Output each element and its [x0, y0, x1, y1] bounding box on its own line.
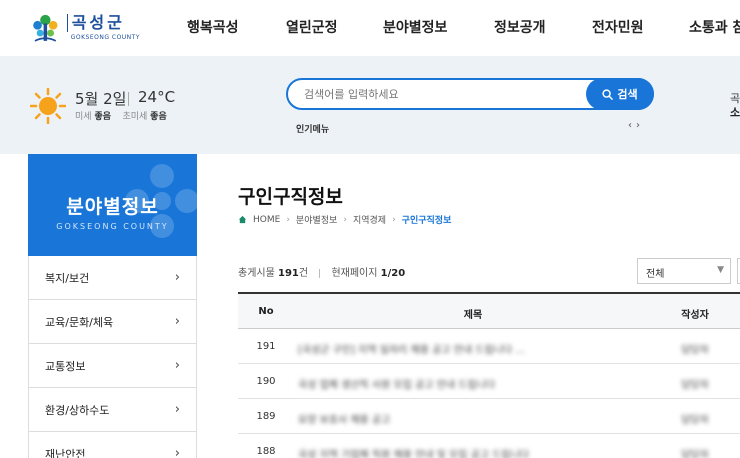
site-header: 곡성군 GOKSEONG COUNTY 행복곡성 열린군정 분야별정보 정보공개… [0, 0, 740, 56]
weather-date: 5월 2일 [75, 90, 127, 108]
row-writer: 담당자 [681, 380, 709, 391]
table-row[interactable]: 189 요양 보호사 채용 공고 담당자 [238, 399, 740, 434]
total-label: 총게시물 [238, 268, 275, 279]
nav-item-e-civil[interactable]: 전자민원 [592, 17, 644, 37]
page-title: 구인구직정보 [238, 186, 343, 208]
total-count: 191 [278, 268, 299, 279]
weather-divider [128, 92, 129, 106]
table-header: No 제목 작성자 [238, 292, 740, 329]
row-number: 191 [256, 341, 276, 352]
logo-emblem-icon [33, 14, 58, 42]
nav-item-info-disclosure[interactable]: 정보공개 [494, 17, 546, 37]
table-row[interactable]: 190 곡성 업체 생산직 사원 모집 공고 안내 드립니다 담당자 [238, 364, 740, 399]
logo-korean-text: 곡성군 [66, 13, 140, 32]
ultrafine-dust-label: 초미세 [122, 112, 148, 122]
search-box: 검색 [286, 78, 654, 110]
chevron-right-icon: › [174, 358, 180, 373]
column-header-writer: 작성자 [681, 310, 709, 321]
page-indicator: 1/20 [380, 268, 406, 279]
sidebar-item-welfare[interactable]: 복지/보건 › [29, 256, 196, 300]
breadcrumb-separator: › [286, 214, 290, 225]
chevron-right-icon: › [174, 270, 180, 285]
row-title-link[interactable]: [곡성군 구인] 지역 일자리 채용 공고 안내 드립니다 ... [298, 341, 618, 356]
sidebar-item-label: 복지/보건 [45, 271, 90, 285]
total-unit: 건 [298, 268, 309, 279]
breadcrumb-home[interactable]: HOME [253, 215, 280, 225]
chevron-right-icon[interactable]: › [636, 120, 644, 131]
popular-menu-label: 인기메뉴 [296, 125, 330, 135]
fine-dust-value: 좋음 [94, 112, 111, 122]
sidebar-item-label: 재난안전 [45, 447, 86, 458]
nav-item-open-admin[interactable]: 열린군정 [286, 17, 338, 37]
sidebar-item-label: 환경/상하수도 [45, 403, 110, 417]
nav-item-field-info[interactable]: 분야별정보 [383, 17, 447, 37]
chevron-right-icon: › [174, 402, 180, 417]
search-input[interactable] [304, 88, 574, 101]
board-summary: 총게시물 191건 현재페이지 1/20 [238, 264, 405, 279]
column-header-title: 제목 [463, 310, 483, 321]
sidebar-header: 분야별정보 GOKSEONG COUNTY [28, 154, 197, 256]
breadcrumb-separator: › [343, 214, 347, 225]
breadcrumb-separator: › [392, 214, 396, 225]
search-icon [602, 88, 614, 100]
row-number: 188 [256, 446, 276, 457]
sidebar-item-environment[interactable]: 환경/상하수도 › [29, 388, 196, 432]
sidebar-title: 분야별정보 [66, 196, 159, 218]
chevron-left-icon[interactable]: ‹ [628, 120, 636, 131]
row-writer: 담당자 [681, 450, 709, 458]
sidebar-menu: 복지/보건 › 교육/문화/체육 › 교통정보 › 환경/상하수도 › 재난안전… [28, 256, 197, 458]
sun-icon [30, 88, 66, 124]
sidebar-item-traffic[interactable]: 교통정보 › [29, 344, 196, 388]
table-row[interactable]: 191 [곡성군 구인] 지역 일자리 채용 공고 안내 드립니다 ... 담당… [238, 329, 740, 364]
weather-temperature: 24°C [138, 88, 176, 106]
row-title-link[interactable]: 요양 보호사 채용 공고 [298, 411, 618, 426]
popular-menu-nav: ‹› [628, 120, 644, 131]
chevron-right-icon: › [174, 314, 180, 329]
home-icon [238, 215, 247, 224]
page-label: 현재페이지 [331, 268, 378, 279]
logo-english-text: GOKSEONG COUNTY [70, 33, 140, 41]
search-button-label: 검색 [617, 88, 638, 101]
row-title-link[interactable]: 곡성 지역 기업체 직원 채용 안내 및 모집 공고 드립니다 [298, 446, 618, 458]
search-button[interactable]: 검색 [586, 78, 654, 110]
row-writer: 담당자 [681, 345, 709, 356]
table-row[interactable]: 188 곡성 지역 기업체 직원 채용 안내 및 모집 공고 드립니다 담당자 [238, 434, 740, 458]
site-logo[interactable]: 곡성군 GOKSEONG COUNTY [28, 6, 140, 48]
row-title-link[interactable]: 곡성 업체 생산직 사원 모집 공고 안내 드립니다 [298, 376, 618, 391]
column-header-no: No [258, 306, 274, 317]
search-filter-select[interactable]: 전체 ▼ [637, 258, 731, 284]
band-right-label-2[interactable]: 소 [730, 104, 740, 120]
sidebar-item-education[interactable]: 교육/문화/체육 › [29, 300, 196, 344]
chevron-down-icon: ▼ [717, 265, 724, 275]
row-number: 190 [256, 376, 276, 387]
nav-item-communication[interactable]: 소통과 참 [689, 17, 740, 37]
air-quality: 미세 좋음 초미세 좋음 [75, 109, 167, 122]
chevron-right-icon: › [174, 446, 180, 458]
filter-selected-value: 전체 [646, 269, 665, 280]
fine-dust-label: 미세 [75, 112, 92, 122]
board-table: No 제목 작성자 191 [곡성군 구인] 지역 일자리 채용 공고 안내 드… [238, 292, 740, 458]
row-number: 189 [256, 411, 276, 422]
breadcrumb-field-info[interactable]: 분야별정보 [296, 213, 337, 226]
sidebar-subtitle: GOKSEONG COUNTY [56, 222, 169, 231]
sidebar-item-label: 교통정보 [45, 359, 86, 373]
breadcrumb-current: 구인구직정보 [401, 216, 452, 226]
nav-item-happy-gokseong[interactable]: 행복곡성 [187, 17, 239, 37]
sidebar-item-label: 교육/문화/체육 [45, 315, 114, 329]
breadcrumb: HOME › 분야별정보 › 지역경제 › 구인구직정보 [238, 213, 451, 226]
sidebar-item-disaster[interactable]: 재난안전 › [29, 432, 196, 458]
breadcrumb-local-economy[interactable]: 지역경제 [353, 213, 386, 226]
row-writer: 담당자 [681, 415, 709, 426]
ultrafine-dust-value: 좋음 [150, 112, 167, 122]
